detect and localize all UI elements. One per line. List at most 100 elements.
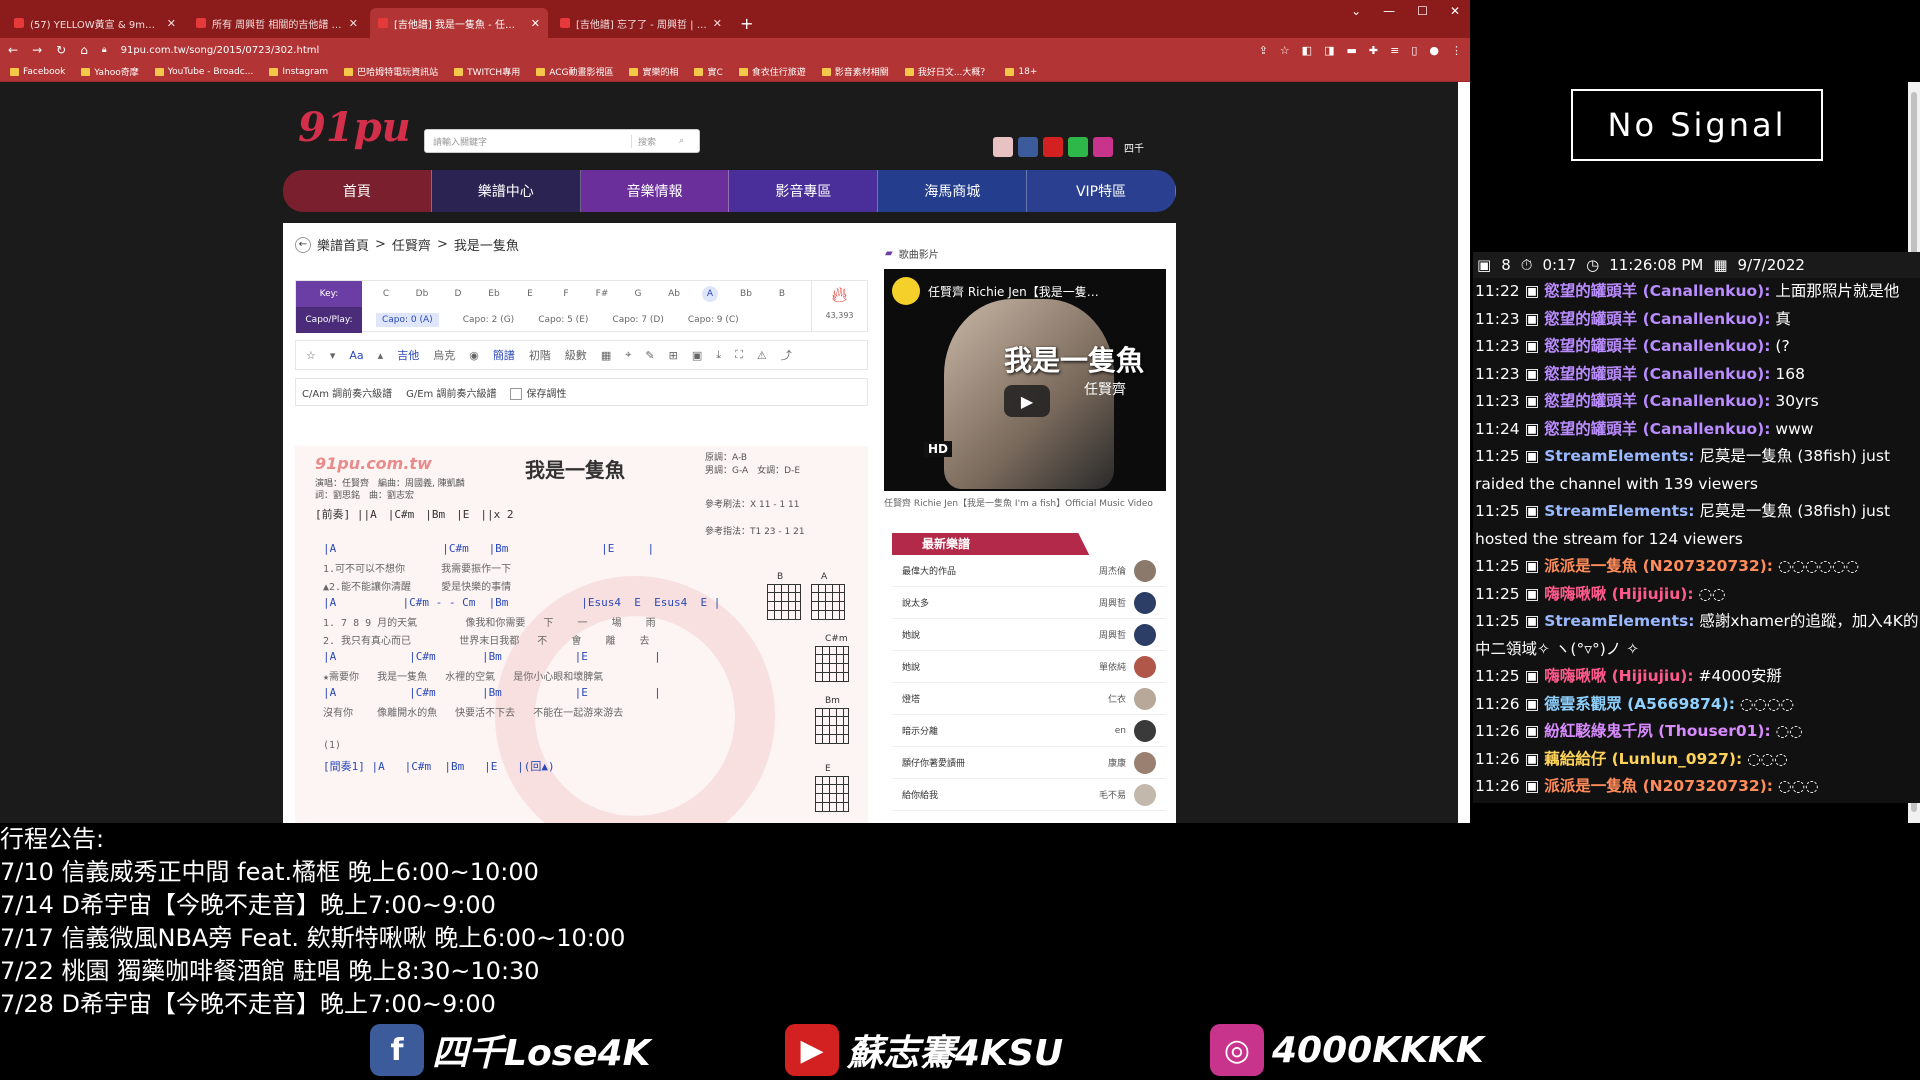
puzzle-icon[interactable]: ✚ (1369, 44, 1378, 57)
nav-item[interactable]: 首頁 (283, 170, 432, 212)
instagram-icon[interactable] (1093, 137, 1113, 157)
new-sheet-song[interactable]: 給你給我 (902, 788, 938, 801)
mail-icon[interactable] (993, 137, 1013, 157)
search-input[interactable]: 請輸入關鍵字 (425, 135, 631, 148)
breadcrumb-artist[interactable]: 任賢齊 (392, 235, 431, 254)
home-icon[interactable]: ⌂ (80, 43, 88, 57)
extension-icon[interactable]: ◨ (1324, 44, 1334, 57)
artist-avatar[interactable] (1134, 783, 1156, 806)
new-sheet-song[interactable]: 暗示分離 (902, 724, 938, 737)
chat-username[interactable]: 慾望的罐頭羊 (Canallenkuo): (1544, 392, 1770, 410)
search-icon[interactable]: ⌕ (679, 136, 699, 146)
nav-item[interactable]: 樂譜中心 (431, 170, 581, 212)
edit-icon[interactable]: ✎ (645, 349, 654, 362)
profile-avatar[interactable]: ● (1429, 44, 1439, 57)
key-option[interactable]: A (702, 286, 718, 302)
tab-search-icon[interactable]: ⌄ (1351, 4, 1361, 18)
channel-avatar[interactable] (892, 277, 920, 305)
bookmark-item[interactable]: Facebook (10, 67, 65, 77)
save-icon[interactable]: ▣ (692, 349, 702, 362)
share-icon[interactable]: ⇪ (1259, 44, 1268, 57)
facebook-icon[interactable] (1018, 137, 1038, 157)
nav-item[interactable]: VIP特區 (1027, 170, 1176, 212)
report-icon[interactable]: ⚠ (757, 349, 767, 362)
artist-avatar[interactable] (1134, 591, 1156, 614)
chat-username[interactable]: 藕給給仔 (Lunlun_0927): (1544, 750, 1742, 768)
tab-simple[interactable]: 簡譜 (493, 347, 515, 363)
chat-username[interactable]: 慾望的罐頭羊 (Canallenkuo): (1544, 310, 1770, 328)
key-option[interactable]: B (764, 289, 800, 299)
nav-item[interactable]: 音樂情報 (580, 170, 730, 212)
sidebar-icon[interactable]: ▯ (1411, 44, 1417, 57)
capo-option[interactable]: Capo: 2 (G) (463, 315, 515, 325)
key-option[interactable]: Ab (656, 289, 692, 299)
bookmark-item[interactable]: Instagram (269, 67, 328, 77)
fullscreen-icon[interactable]: ⛶ (735, 348, 743, 362)
tab-ukulele[interactable]: 烏克 (433, 347, 455, 363)
font-size-button[interactable]: Aa (349, 349, 363, 362)
artist-avatar[interactable] (1134, 751, 1156, 774)
chat-username[interactable]: StreamElements: (1544, 612, 1694, 630)
new-sheet-song[interactable]: 說太多 (902, 596, 929, 609)
artist-avatar[interactable] (1134, 687, 1156, 710)
new-sheet-row[interactable]: 暗示分離 en (892, 715, 1166, 747)
chat-username[interactable]: 慾望的罐頭羊 (Canallenkuo): (1544, 337, 1770, 355)
chat-username[interactable]: 派派是一隻魚 (N207320732): (1544, 777, 1773, 795)
key-option[interactable]: F (548, 289, 584, 299)
keep-key-checkbox[interactable] (510, 387, 523, 400)
search-type-select[interactable]: 搜索 (631, 134, 679, 148)
video-player[interactable]: 任賢齊 Richie Jen【我是一隻… 我是一隻魚 任賢齊 ▶ HD (884, 269, 1166, 491)
back-icon[interactable]: ← (8, 43, 18, 57)
key-option[interactable]: C (368, 289, 404, 299)
tab-close-icon[interactable]: ✕ (713, 17, 722, 30)
browser-tab[interactable]: 所有 周興哲 相關的吉他譜 | 91譜… ✕ (188, 8, 366, 38)
new-sheet-row[interactable]: 說太多 周興哲 (892, 587, 1166, 619)
extension-icon[interactable]: ◧ (1302, 44, 1312, 57)
reload-icon[interactable]: ↻ (56, 43, 66, 57)
play-icon[interactable]: ▶ (1004, 385, 1050, 417)
bookmark-item[interactable]: 實樂的相 (629, 65, 678, 78)
key-option[interactable]: Eb (476, 289, 512, 299)
chat-username[interactable]: StreamElements: (1544, 447, 1694, 465)
g-em-option[interactable]: G/Em 調前奏六級譜 (406, 385, 496, 400)
line-icon[interactable] (1068, 137, 1088, 157)
site-logo[interactable]: 91pu (298, 98, 411, 156)
font-up-icon[interactable]: ▴ (378, 349, 384, 362)
share-icon[interactable]: ⤴ (781, 347, 792, 363)
new-sheet-artist[interactable]: 周杰倫 (1099, 564, 1126, 577)
new-sheet-row[interactable]: 她說 單依純 (892, 651, 1166, 683)
bookmark-item[interactable]: 影音素材相關 (821, 65, 889, 78)
breadcrumb-home[interactable]: 樂譜首頁 (317, 235, 369, 254)
key-option[interactable]: Bb (728, 289, 764, 299)
new-sheet-row[interactable]: 願仔你著愛讀冊 康康 (892, 747, 1166, 779)
new-sheet-artist[interactable]: 單依純 (1099, 660, 1126, 673)
key-option[interactable]: D (440, 289, 476, 299)
close-window-button[interactable]: ✕ (1450, 4, 1460, 18)
bookmark-item[interactable]: Yahoo奇摩 (81, 65, 139, 78)
favorite-star-icon[interactable]: ☆ (306, 349, 316, 362)
chat-username[interactable]: 慾望的罐頭羊 (Canallenkuo): (1544, 282, 1770, 300)
capo-option[interactable]: Capo: 7 (D) (612, 315, 663, 325)
chat-username[interactable]: 派派是一隻魚 (N207320732): (1544, 557, 1773, 575)
new-sheet-row[interactable]: 燈塔 仁衣 (892, 683, 1166, 715)
chat-username[interactable]: 慾望的罐頭羊 (Canallenkuo): (1544, 420, 1770, 438)
artist-avatar[interactable] (1134, 623, 1156, 646)
url-field[interactable]: 91pu.com.tw/song/2015/0723/302.html (121, 45, 1245, 56)
chat-username[interactable]: 德雲系觀眾 (A5669874): (1544, 695, 1735, 713)
tab-degree[interactable]: 級數 (565, 347, 587, 363)
new-sheet-song[interactable]: 願仔你著愛讀冊 (902, 756, 965, 769)
minimize-button[interactable]: — (1383, 4, 1395, 18)
maximize-button[interactable]: ☐ (1417, 4, 1428, 18)
extension-icon[interactable]: ▬ (1346, 44, 1356, 57)
download-icon[interactable]: ⤓ (716, 348, 721, 362)
bookmark-star-icon[interactable]: ☆ (1280, 44, 1290, 57)
new-sheet-artist[interactable]: 周興哲 (1099, 628, 1126, 641)
capo-option[interactable]: Capo: 9 (C) (688, 315, 739, 325)
lock-icon[interactable]: 🔒︎ (102, 45, 107, 55)
capo-option[interactable]: Capo: 5 (E) (538, 315, 588, 325)
new-sheet-row[interactable]: 給你給我 毛不易 (892, 779, 1166, 811)
new-sheet-artist[interactable]: en (1115, 726, 1126, 736)
chat-username[interactable]: 紛紅駭綠鬼千夙 (Thouser01): (1544, 722, 1771, 740)
video-title[interactable]: 任賢齊 Richie Jen【我是一隻… (928, 283, 1099, 300)
key-option[interactable]: F# (584, 289, 620, 299)
